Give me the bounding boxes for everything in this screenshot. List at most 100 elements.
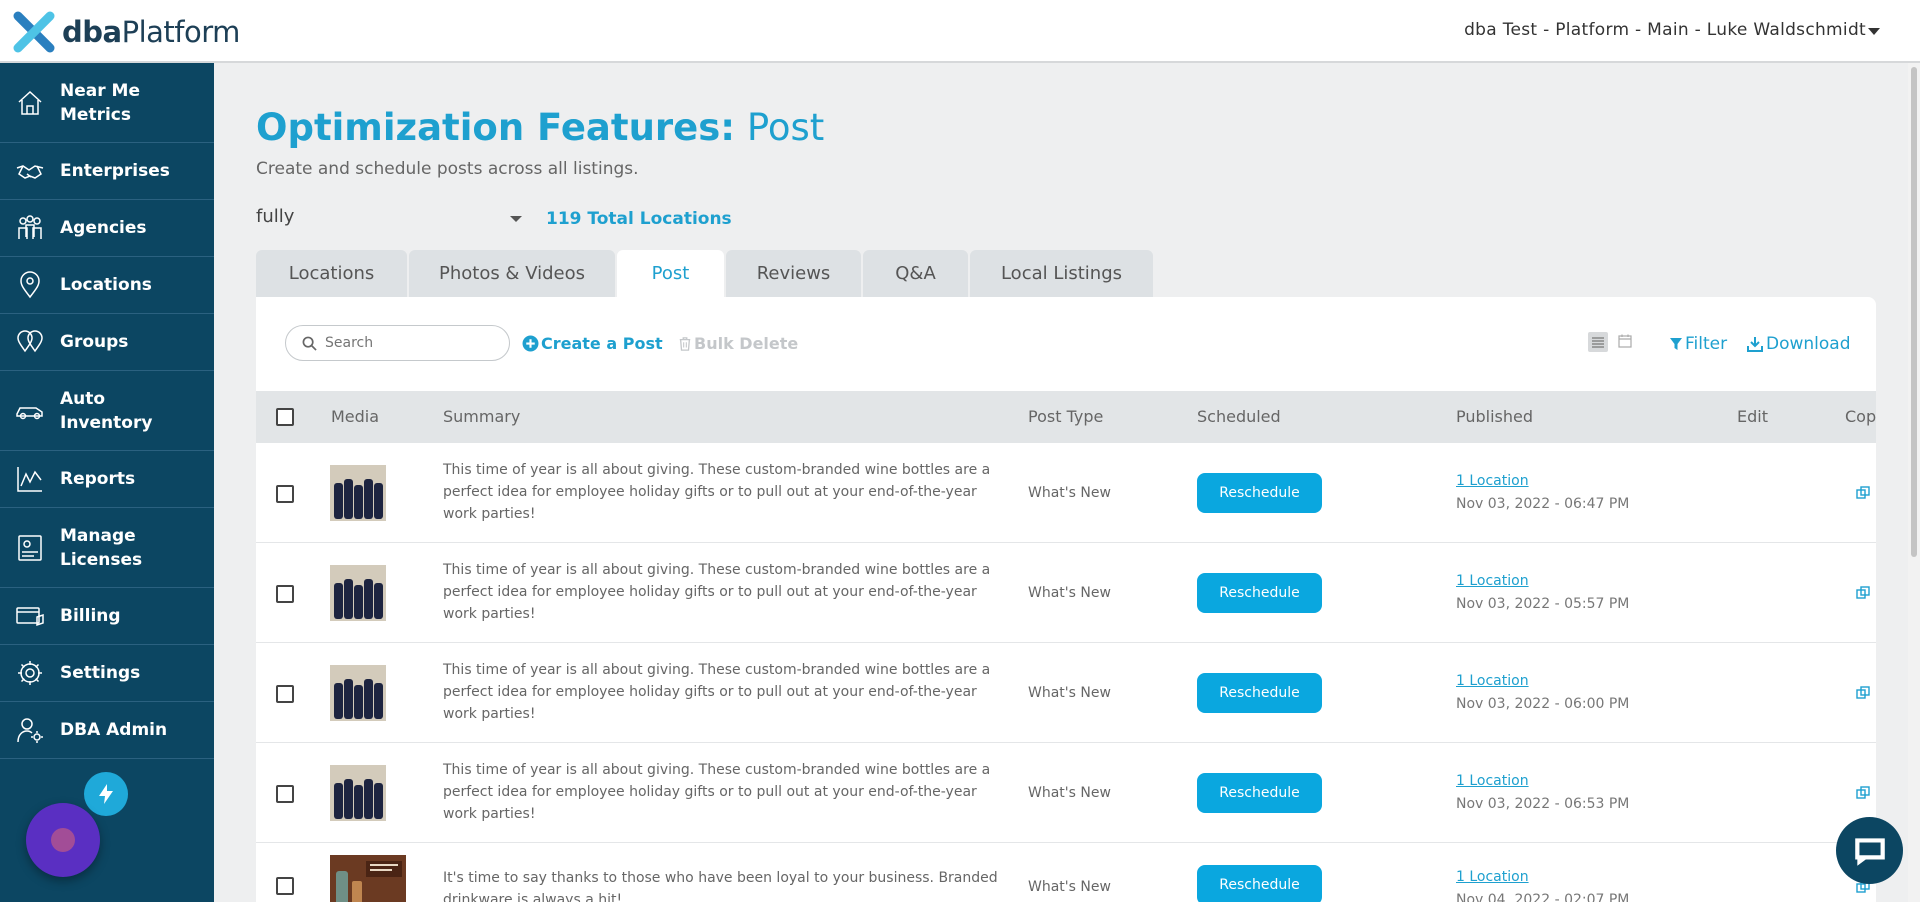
reschedule-button[interactable]: Reschedule [1197,865,1322,902]
chat-bubble-icon [1854,837,1885,866]
reschedule-button[interactable]: Reschedule [1197,573,1322,613]
wine-bottles-thumbnail[interactable] [330,465,386,521]
sidebar-item-billing[interactable]: Billing [0,588,214,645]
filter-button[interactable]: Filter [1669,334,1727,354]
sidebar-item-locations[interactable]: Locations [0,257,214,314]
published-date: Nov 03, 2022 - 05:57 PM [1456,596,1630,612]
chevron-down-icon [510,216,522,222]
tab-qa[interactable]: Q&A [863,250,968,297]
row-checkbox[interactable] [276,877,294,895]
quick-actions-bolt-button[interactable] [84,772,128,816]
copy-icon[interactable] [1856,685,1870,704]
calendar-view-icon[interactable] [1618,333,1632,352]
total-locations-link[interactable]: 119 Total Locations [546,209,732,229]
page-scrollbar[interactable] [1908,63,1920,902]
published-locations-link[interactable]: 1 Location [1456,473,1529,489]
select-all-checkbox[interactable] [276,408,294,426]
assistant-dot-icon [51,828,75,852]
sidebar-item-manage-licenses[interactable]: Manage Licenses [0,508,214,588]
scrollbar-thumb[interactable] [1911,67,1917,557]
download-button[interactable]: Download [1747,334,1851,354]
car-icon [0,371,60,450]
create-post-button[interactable]: Create a Post [522,334,663,353]
logo-x-icon [13,11,55,53]
table-row: This time of year is all about giving. T… [256,443,1876,543]
published-locations-link[interactable]: 1 Location [1456,869,1529,885]
post-summary: This time of year is all about giving. T… [443,762,991,822]
column-header-scheduled: Scheduled [1197,407,1281,426]
billing-icon [0,588,60,644]
drinkware-thumbnail[interactable] [330,855,406,902]
sidebar-item-reports[interactable]: Reports [0,451,214,508]
column-header-edit: Edit [1737,407,1768,426]
account-switcher[interactable]: dba Test - Platform - Main - Luke Waldsc… [1464,20,1866,40]
filter-funnel-icon [1670,338,1682,350]
wine-bottles-thumbnail[interactable] [330,565,386,621]
wine-bottles-thumbnail[interactable] [330,665,386,721]
copy-icon[interactable] [1856,585,1870,604]
copy-icon[interactable] [1856,485,1870,504]
reschedule-button[interactable]: Reschedule [1197,773,1322,813]
location-group-value: fully [256,206,295,227]
row-checkbox[interactable] [276,585,294,603]
tab-reviews[interactable]: Reviews [726,250,861,297]
account-dropdown-caret-icon[interactable] [1868,28,1880,35]
top-header: dbaPlatform dba Test - Platform - Main -… [0,0,1920,63]
sidebar-item-near-me-metrics[interactable]: Near Me Metrics [0,63,214,143]
search-box[interactable] [285,325,510,361]
map-pins-icon [0,314,60,370]
tab-photos-videos[interactable]: Photos & Videos [409,250,615,297]
lightning-bolt-icon [99,784,113,804]
sidebar-item-settings[interactable]: Settings [0,645,214,702]
reschedule-button[interactable]: Reschedule [1197,473,1322,513]
wine-bottles-thumbnail[interactable] [330,765,386,821]
dba-platform-logo[interactable]: dbaPlatform [12,10,240,54]
chat-widget-button[interactable] [1836,817,1903,884]
tab-post[interactable]: Post [617,250,724,297]
published-locations-link[interactable]: 1 Location [1456,573,1529,589]
published-locations-link[interactable]: 1 Location [1456,773,1529,789]
published-locations-link[interactable]: 1 Location [1456,673,1529,689]
copy-icon[interactable] [1856,785,1870,804]
column-header-summary: Summary [443,407,521,426]
map-pin-icon [0,257,60,313]
admin-user-icon [0,702,60,758]
bulk-delete-button[interactable]: Bulk Delete [678,334,798,353]
table-row: This time of year is all about giving. T… [256,743,1876,843]
tab-locations[interactable]: Locations [256,250,407,297]
sidebar-item-auto-inventory[interactable]: Auto Inventory [0,371,214,451]
logo-text: dbaPlatform [62,15,240,49]
post-summary: This time of year is all about giving. T… [443,662,991,722]
list-view-icon[interactable] [1588,332,1608,352]
tab-local-listings[interactable]: Local Listings [970,250,1153,297]
post-summary: This time of year is all about giving. T… [443,462,991,522]
location-group-select[interactable]: fully [256,206,522,234]
post-type: What's New [1028,585,1111,601]
row-checkbox[interactable] [276,685,294,703]
post-type: What's New [1028,785,1111,801]
column-header-copy: Cop [1845,407,1876,426]
assistant-launcher-button[interactable] [26,803,100,877]
search-input[interactable] [325,335,495,351]
sidebar-item-enterprises[interactable]: Enterprises [0,143,214,200]
line-chart-icon [0,451,60,507]
search-icon [302,336,317,351]
page-subtitle: Create and schedule posts across all lis… [256,159,639,179]
sidebar-item-agencies[interactable]: Agencies [0,200,214,257]
published-date: Nov 03, 2022 - 06:53 PM [1456,796,1630,812]
gear-icon [0,645,60,701]
row-checkbox[interactable] [276,485,294,503]
posts-panel: Create a Post Bulk Delete Filter Downloa… [256,297,1876,902]
table-header: Media Summary Post Type Scheduled Publis… [256,391,1876,443]
sidebar-item-groups[interactable]: Groups [0,314,214,371]
published-date: Nov 03, 2022 - 06:00 PM [1456,696,1630,712]
sidebar-item-dba-admin[interactable]: DBA Admin [0,702,214,759]
post-type: What's New [1028,879,1111,895]
home-icon [0,63,60,142]
row-checkbox[interactable] [276,785,294,803]
column-header-media: Media [331,407,380,426]
column-header-published: Published [1456,407,1534,426]
reschedule-button[interactable]: Reschedule [1197,673,1322,713]
post-type: What's New [1028,685,1111,701]
table-row: This time of year is all about giving. T… [256,543,1876,643]
